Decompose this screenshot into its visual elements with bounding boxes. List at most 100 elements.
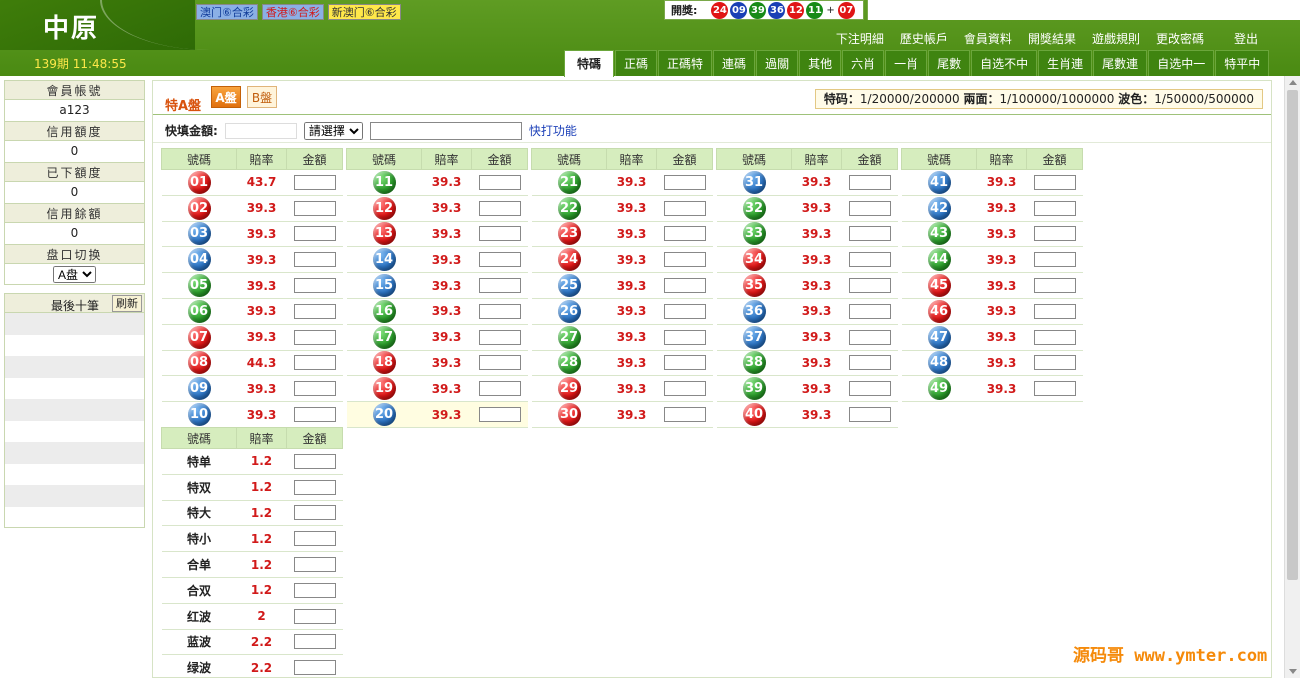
- quick-play-link[interactable]: 快打功能: [529, 122, 577, 139]
- amount-input[interactable]: [478, 200, 521, 216]
- market-switch-select[interactable]: A盘: [53, 265, 96, 283]
- amount-input[interactable]: [1033, 329, 1076, 345]
- lottery-tab-0[interactable]: 澳门⑥合彩: [196, 4, 258, 20]
- bet-tab-13[interactable]: 特平中: [1215, 50, 1270, 76]
- last-ten-row: [4, 463, 145, 485]
- amount-input[interactable]: [478, 381, 521, 397]
- bet-tab-8[interactable]: 尾數: [928, 50, 971, 76]
- odds-value: 39.3: [421, 221, 472, 248]
- amount-input[interactable]: [478, 329, 521, 345]
- amount-input[interactable]: [1033, 174, 1076, 190]
- scrollbar[interactable]: [1284, 76, 1300, 678]
- bet-tab-10[interactable]: 生肖連: [1038, 50, 1093, 76]
- amount-input[interactable]: [478, 278, 521, 294]
- amount-input[interactable]: [848, 407, 891, 423]
- logout-link[interactable]: 登出: [1226, 30, 1266, 47]
- bet-tab-6[interactable]: 六肖: [842, 50, 885, 76]
- amount-input[interactable]: [848, 329, 891, 345]
- amount-input[interactable]: [1033, 381, 1076, 397]
- market-a-button[interactable]: A盤: [211, 86, 241, 108]
- bet-tab-1[interactable]: 正碼: [615, 50, 658, 76]
- amount-input[interactable]: [293, 505, 336, 521]
- amount-input[interactable]: [663, 226, 706, 242]
- scroll-down-icon[interactable]: [1289, 669, 1297, 674]
- quick-select[interactable]: 請選擇: [303, 121, 363, 140]
- amount-input[interactable]: [293, 355, 336, 371]
- amount-input[interactable]: [848, 252, 891, 268]
- amount-input[interactable]: [478, 407, 521, 423]
- amount-input[interactable]: [478, 174, 521, 190]
- amount-input[interactable]: [478, 355, 521, 371]
- amount-input[interactable]: [663, 381, 706, 397]
- amount-input[interactable]: [1033, 200, 1076, 216]
- bet-tab-11[interactable]: 尾數連: [1093, 50, 1148, 76]
- amount-input[interactable]: [663, 303, 706, 319]
- top-link-0[interactable]: 下注明細: [828, 30, 892, 47]
- bet-tab-12[interactable]: 自选中一: [1148, 50, 1215, 76]
- amount-input[interactable]: [848, 355, 891, 371]
- amount-input[interactable]: [663, 252, 706, 268]
- amount-input[interactable]: [1033, 252, 1076, 268]
- amount-input[interactable]: [293, 531, 336, 547]
- scroll-up-icon[interactable]: [1289, 80, 1297, 85]
- top-link-2[interactable]: 會員資料: [956, 30, 1020, 47]
- amount-input[interactable]: [1033, 226, 1076, 242]
- amount-input[interactable]: [663, 200, 706, 216]
- amount-input[interactable]: [293, 303, 336, 319]
- amount-input[interactable]: [293, 557, 336, 573]
- odds-value: 39.3: [421, 401, 472, 428]
- amount-input[interactable]: [293, 252, 336, 268]
- quick-amount-input[interactable]: [224, 122, 297, 139]
- lottery-tab-1[interactable]: 香港⑥合彩: [261, 4, 324, 20]
- bet-tab-2[interactable]: 正碼特: [658, 50, 713, 76]
- bet-tab-9[interactable]: 自选不中: [971, 50, 1038, 76]
- amount-input[interactable]: [293, 634, 336, 650]
- amount-input[interactable]: [293, 453, 336, 469]
- odds-value: 39.3: [236, 401, 287, 428]
- bet-tab-7[interactable]: 一肖: [885, 50, 928, 76]
- top-link-4[interactable]: 遊戲規則: [1084, 30, 1148, 47]
- amount-input[interactable]: [663, 407, 706, 423]
- scroll-thumb[interactable]: [1287, 90, 1298, 580]
- amount-input[interactable]: [478, 226, 521, 242]
- top-link-3[interactable]: 開獎結果: [1020, 30, 1084, 47]
- bet-tab-3[interactable]: 連碼: [713, 50, 756, 76]
- top-link-1[interactable]: 歷史帳戶: [892, 30, 956, 47]
- ball-cell: 02: [161, 195, 237, 222]
- amount-input[interactable]: [663, 329, 706, 345]
- amount-input[interactable]: [1033, 303, 1076, 319]
- amount-input[interactable]: [663, 278, 706, 294]
- amount-input[interactable]: [848, 303, 891, 319]
- bet-tab-4[interactable]: 過關: [756, 50, 799, 76]
- amount-input[interactable]: [293, 226, 336, 242]
- amount-input[interactable]: [293, 329, 336, 345]
- amount-input[interactable]: [848, 226, 891, 242]
- amount-input[interactable]: [293, 407, 336, 423]
- amount-input[interactable]: [848, 200, 891, 216]
- amount-input[interactable]: [293, 174, 336, 190]
- amount-input[interactable]: [293, 278, 336, 294]
- quick-text-input[interactable]: [369, 121, 522, 140]
- refresh-button[interactable]: 刷新: [112, 295, 142, 312]
- ball-cell: 40: [716, 401, 792, 428]
- amount-input[interactable]: [848, 381, 891, 397]
- amount-input[interactable]: [663, 355, 706, 371]
- top-link-5[interactable]: 更改密碼: [1148, 30, 1212, 47]
- amount-input[interactable]: [478, 303, 521, 319]
- amount-input[interactable]: [293, 608, 336, 624]
- lottery-tab-2[interactable]: 新澳门⑥合彩: [327, 4, 401, 20]
- amount-input[interactable]: [293, 479, 336, 495]
- amount-input[interactable]: [478, 252, 521, 268]
- amount-input[interactable]: [293, 381, 336, 397]
- bet-tab-0[interactable]: 特碼: [564, 50, 615, 77]
- amount-input[interactable]: [1033, 355, 1076, 371]
- amount-input[interactable]: [848, 174, 891, 190]
- amount-input[interactable]: [293, 200, 336, 216]
- amount-input[interactable]: [293, 660, 336, 676]
- market-b-button[interactable]: B盤: [247, 86, 277, 108]
- amount-input[interactable]: [848, 278, 891, 294]
- bet-tab-5[interactable]: 其他: [799, 50, 842, 76]
- amount-input[interactable]: [1033, 278, 1076, 294]
- amount-input[interactable]: [293, 582, 336, 598]
- amount-input[interactable]: [663, 174, 706, 190]
